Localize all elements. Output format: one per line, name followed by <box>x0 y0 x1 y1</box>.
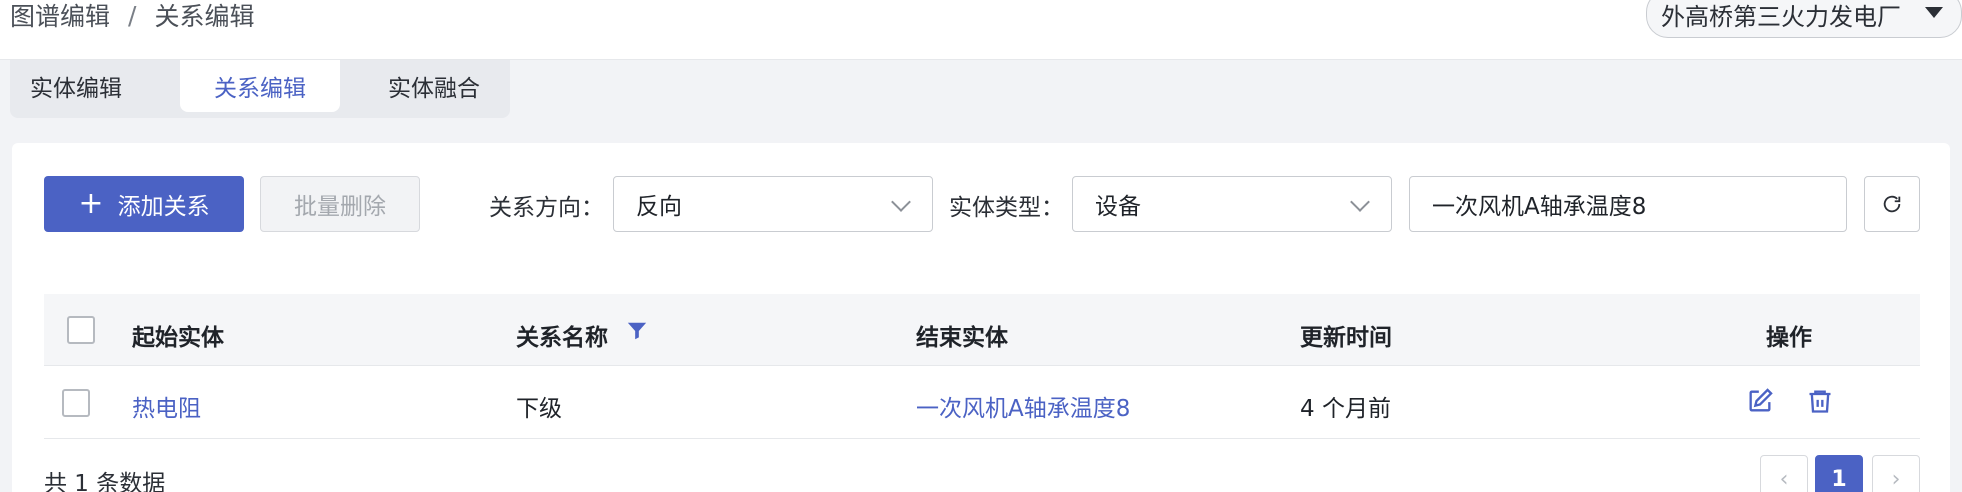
entity-type-select[interactable]: 设备 <box>1072 176 1392 232</box>
table-row: 热电阻 下级 一次风机A轴承温度8 4 个月前 <box>44 367 1920 439</box>
entity-search-input[interactable] <box>1409 176 1847 232</box>
trash-icon[interactable] <box>1806 387 1834 415</box>
filter-icon[interactable] <box>626 320 648 342</box>
header-relation-name: 关系名称 <box>516 325 608 351</box>
caret-down-icon <box>1925 7 1943 18</box>
direction-label: 关系方向： <box>489 195 604 221</box>
plus-icon: + <box>78 186 104 221</box>
tab-entity-merge[interactable]: 实体融合 <box>358 60 510 112</box>
refresh-button[interactable] <box>1864 176 1920 232</box>
add-relation-label: 添加关系 <box>117 194 210 220</box>
row-checkbox[interactable] <box>62 389 90 417</box>
top-bar: 图谱编辑 / 关系编辑 外高桥第三火力发电厂 <box>0 0 1962 60</box>
batch-delete-button[interactable]: 批量删除 <box>260 176 420 232</box>
direction-select[interactable]: 反向 <box>613 176 933 232</box>
page-1-button[interactable]: 1 <box>1815 455 1863 492</box>
next-page-button[interactable]: › <box>1872 455 1920 492</box>
end-entity-link[interactable]: 一次风机A轴承温度8 <box>916 389 1130 423</box>
start-entity-link[interactable]: 热电阻 <box>132 389 201 423</box>
plant-selector[interactable]: 外高桥第三火力发电厂 <box>1646 0 1962 38</box>
chevron-right-icon: › <box>1891 466 1901 492</box>
breadcrumb-separator: / <box>128 0 137 30</box>
select-all-checkbox[interactable] <box>67 316 95 344</box>
breadcrumb-current: 关系编辑 <box>154 2 255 31</box>
table-header: 起始实体 关系名称 结束实体 更新时间 操作 <box>44 294 1920 366</box>
breadcrumb-parent[interactable]: 图谱编辑 <box>10 0 110 33</box>
tab-entity-edit[interactable]: 实体编辑 <box>10 60 142 112</box>
total-count: 共 1 条数据 <box>44 471 166 492</box>
tab-bar: 实体编辑 关系编辑 实体融合 <box>10 60 510 118</box>
direction-select-value: 反向 <box>636 194 682 220</box>
entity-type-label: 实体类型： <box>949 195 1064 221</box>
breadcrumb: 图谱编辑 / 关系编辑 <box>10 0 255 33</box>
chevron-down-icon <box>1350 192 1370 212</box>
entity-type-select-value: 设备 <box>1095 194 1141 220</box>
tab-relation-edit[interactable]: 关系编辑 <box>180 60 340 112</box>
header-start-entity: 起始实体 <box>132 325 224 351</box>
chevron-down-icon <box>891 192 911 212</box>
header-end-entity: 结束实体 <box>916 325 1008 351</box>
plant-selector-value: 外高桥第三火力发电厂 <box>1661 2 1901 31</box>
header-actions: 操作 <box>1766 325 1812 351</box>
add-relation-button[interactable]: + 添加关系 <box>44 176 244 232</box>
updated-cell: 4 个月前 <box>1300 396 1391 422</box>
prev-page-button[interactable]: ‹ <box>1760 455 1808 492</box>
header-updated: 更新时间 <box>1300 325 1392 351</box>
edit-icon[interactable] <box>1746 387 1774 415</box>
relation-name-cell: 下级 <box>516 396 562 422</box>
refresh-icon <box>1883 195 1901 213</box>
chevron-left-icon: ‹ <box>1779 466 1789 492</box>
